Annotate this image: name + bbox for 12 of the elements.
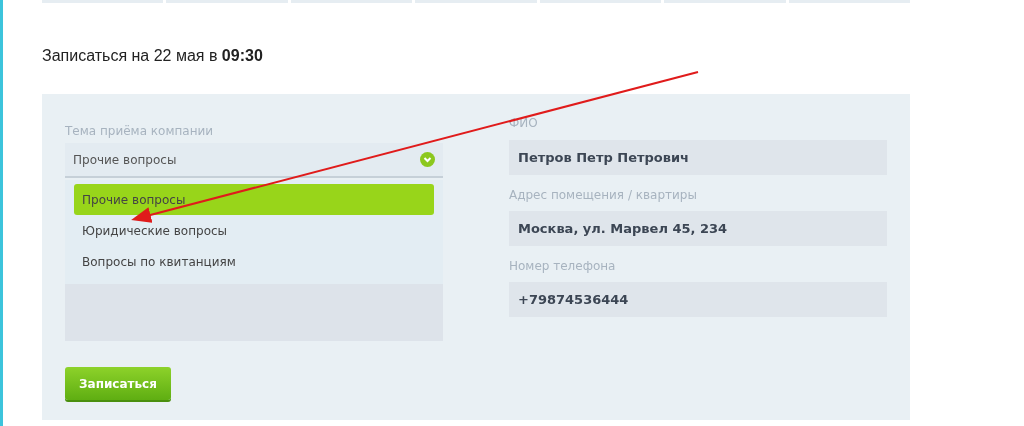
field-label: Адрес помещения / квартиры [509,188,698,204]
text-field[interactable]: Москва, ул. Марвел 45, 234 [509,211,887,246]
dropdown-option[interactable]: Юридические вопросы [74,215,434,246]
text-field[interactable]: Петров Петр Петрович [509,140,887,175]
topic-select[interactable]: Прочие вопросы [65,143,443,178]
heading: Записаться на 22 мая в 09:30 [42,47,264,66]
chevron-down-icon [420,152,435,167]
field-label: Номер телефона [509,259,617,275]
dropdown-option[interactable]: Вопросы по квитанциям [74,246,434,277]
field-label: Тема приёма компании [65,124,215,140]
text-field[interactable]: +79874536444 [509,282,887,317]
dropdown-option[interactable]: Прочие вопросы [74,184,434,215]
